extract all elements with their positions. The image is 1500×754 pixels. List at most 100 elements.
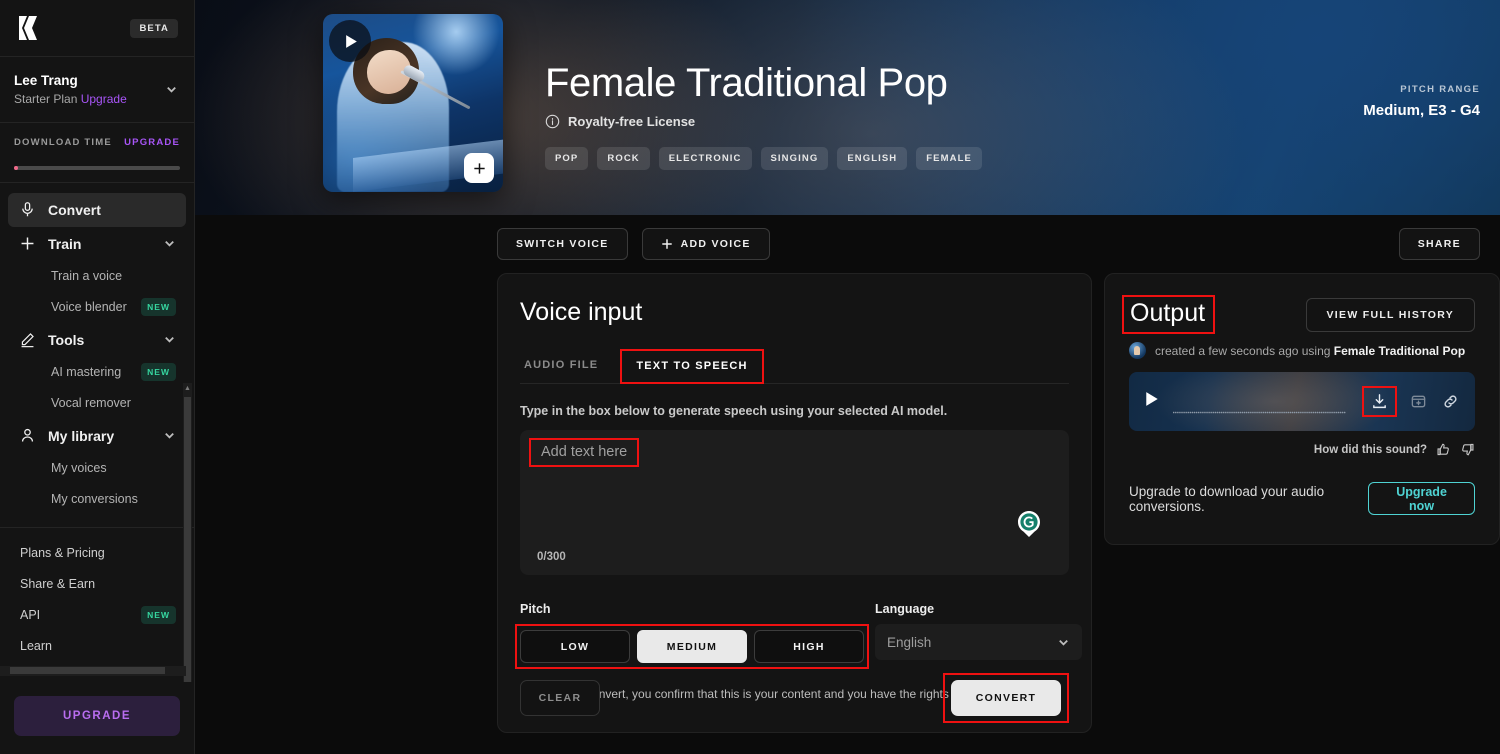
sidebar-hscrollbar-thumb[interactable] — [10, 667, 165, 674]
voice-input-title: Voice input — [520, 298, 643, 326]
output-header: Output VIEW FULL HISTORY — [1122, 295, 1475, 334]
voice-tag[interactable]: ROCK — [597, 147, 650, 170]
tab-audio-file[interactable]: AUDIO FILE — [520, 349, 602, 383]
download-icon[interactable] — [1369, 391, 1390, 412]
add-to-project-icon[interactable] — [1408, 391, 1429, 412]
app-logo-icon — [16, 14, 46, 42]
player-actions — [1362, 386, 1461, 417]
sidebar-vertical-scrollbar[interactable]: ▲ ▼ — [183, 382, 192, 682]
voice-toolbar: SWITCH VOICE ADD VOICE SHARE — [195, 215, 1500, 273]
add-voice-button[interactable]: ADD VOICE — [641, 228, 770, 260]
download-time-section: DOWNLOAD TIME UPGRADE — [0, 123, 194, 183]
pitch-label: Pitch — [520, 602, 551, 616]
sidebar-user-menu[interactable]: Lee Trang Starter Plan Upgrade — [0, 57, 194, 123]
output-title-highlight: Output — [1122, 295, 1216, 334]
convert-button[interactable]: CONVERT — [951, 680, 1061, 716]
output-title: Output — [1130, 299, 1206, 327]
character-counter: 0/300 — [537, 551, 566, 563]
convert-button-highlight: CONVERT — [943, 673, 1069, 723]
play-button[interactable] — [1145, 391, 1159, 412]
sidebar-item-learn[interactable]: Learn — [8, 631, 186, 662]
copy-link-icon[interactable] — [1440, 391, 1461, 412]
sidebar-item-vocal-remover[interactable]: Vocal remover — [8, 388, 186, 419]
add-voice-thumbnail-button[interactable] — [464, 153, 494, 183]
user-plan: Starter Plan Upgrade — [14, 91, 127, 108]
pitch-high-button[interactable]: HIGH — [754, 630, 864, 663]
voice-tag[interactable]: FEMALE — [916, 147, 982, 170]
person-icon — [18, 426, 37, 445]
chevron-down-icon[interactable] — [163, 237, 176, 250]
feedback-label: How did this sound? — [1313, 443, 1427, 456]
sidebar-subitem-label: Vocal remover — [51, 396, 131, 411]
download-time-upgrade-link[interactable]: UPGRADE — [124, 137, 180, 148]
play-preview-button[interactable] — [329, 20, 371, 62]
add-voice-label: ADD VOICE — [680, 238, 751, 250]
avatar — [1129, 342, 1146, 359]
chevron-down-icon[interactable] — [165, 83, 178, 96]
voice-tag[interactable]: POP — [545, 147, 589, 170]
voice-tag[interactable]: SINGING — [760, 147, 829, 170]
new-badge: NEW — [141, 606, 176, 625]
voice-tag[interactable]: ELECTRONIC — [658, 147, 752, 170]
upgrade-now-button[interactable]: Upgrade now — [1368, 482, 1475, 515]
output-meta-prefix: created a few seconds ago using — [1155, 343, 1334, 358]
voice-input-footer: CLEAR CONVERT — [520, 664, 1069, 732]
pitch-low-button[interactable]: LOW — [520, 630, 630, 663]
tab-text-to-speech[interactable]: TEXT TO SPEECH — [636, 360, 747, 372]
chevron-down-icon[interactable] — [163, 333, 176, 346]
sidebar-item-train-a-voice[interactable]: Train a voice — [8, 261, 186, 292]
share-button[interactable]: SHARE — [1398, 228, 1480, 260]
switch-voice-button[interactable]: SWITCH VOICE — [497, 228, 628, 260]
sidebar-scrollbar-thumb[interactable] — [184, 396, 191, 682]
thumbs-up-icon[interactable] — [1436, 442, 1451, 457]
chevron-down-icon — [1057, 636, 1070, 649]
language-select[interactable]: English — [875, 624, 1082, 660]
user-plan-upgrade-link[interactable]: Upgrade — [81, 92, 127, 106]
upgrade-button[interactable]: UPGRADE — [14, 696, 180, 736]
clear-button[interactable]: CLEAR — [520, 680, 600, 716]
play-icon — [346, 34, 357, 48]
download-time-progress — [14, 165, 180, 170]
audio-player[interactable] — [1129, 372, 1475, 431]
play-icon — [1146, 392, 1158, 406]
audio-waveform[interactable] — [1172, 401, 1347, 413]
sidebar-item-label: Train — [48, 235, 82, 252]
sidebar-item-share-earn[interactable]: Share & Earn — [8, 569, 186, 600]
voice-tag[interactable]: ENGLISH — [837, 147, 908, 170]
text-to-speech-textarea[interactable]: Add text here 0/300 — [520, 430, 1069, 575]
pitch-medium-button[interactable]: MEDIUM — [637, 630, 747, 663]
sidebar-item-label: Plans & Pricing — [20, 546, 105, 561]
sidebar-item-train[interactable]: Train — [8, 227, 186, 261]
sidebar-item-my-conversions[interactable]: My conversions — [8, 484, 186, 515]
sidebar-horizontal-scrollbar[interactable] — [0, 666, 186, 676]
view-full-history-button[interactable]: VIEW FULL HISTORY — [1305, 298, 1475, 332]
sidebar-item-my-voices[interactable]: My voices — [8, 453, 186, 484]
panels-row: Voice input AUDIO FILE TEXT TO SPEECH Ty… — [195, 273, 1500, 733]
sidebar-item-ai-mastering[interactable]: AI mastering NEW — [8, 357, 186, 388]
pitch-group-highlight: LOW MEDIUM HIGH — [515, 624, 869, 669]
sidebar-subitem-label: Voice blender — [51, 300, 127, 315]
pitch-range-label: PITCH RANGE — [1400, 84, 1480, 95]
sidebar-item-voice-blender[interactable]: Voice blender NEW — [8, 292, 186, 323]
textarea-placeholder-highlight: Add text here — [529, 438, 640, 467]
download-time-progress-fill — [14, 165, 18, 170]
sidebar-item-plans-pricing[interactable]: Plans & Pricing — [8, 538, 186, 569]
sidebar-item-tools[interactable]: Tools — [8, 323, 186, 357]
sidebar-footer: UPGRADE — [0, 682, 194, 754]
sidebar-item-api[interactable]: API NEW — [8, 600, 186, 631]
new-badge: NEW — [141, 363, 176, 382]
thumbs-down-icon[interactable] — [1460, 442, 1475, 457]
sidebar-subitem-label: Train a voice — [51, 269, 123, 284]
beta-badge: BETA — [130, 18, 178, 38]
app-root: BETA Lee Trang Starter Plan Upgrade DOWN… — [0, 0, 1500, 754]
pitch-range-info: PITCH RANGE Medium, E3 - G4 — [1363, 84, 1480, 119]
voice-hero-banner: Female Traditional Pop Royalty-free Lice… — [195, 0, 1500, 215]
grammarly-icon[interactable] — [1016, 510, 1042, 538]
microphone-icon — [18, 200, 37, 219]
sidebar-item-label: Learn — [20, 639, 52, 654]
scroll-up-arrow-icon[interactable]: ▲ — [184, 384, 191, 393]
sidebar-item-convert[interactable]: Convert — [8, 192, 186, 227]
sidebar-item-my-library[interactable]: My library — [8, 419, 186, 453]
chevron-down-icon[interactable] — [163, 429, 176, 442]
pitch-button-group: LOW MEDIUM HIGH — [520, 630, 864, 663]
